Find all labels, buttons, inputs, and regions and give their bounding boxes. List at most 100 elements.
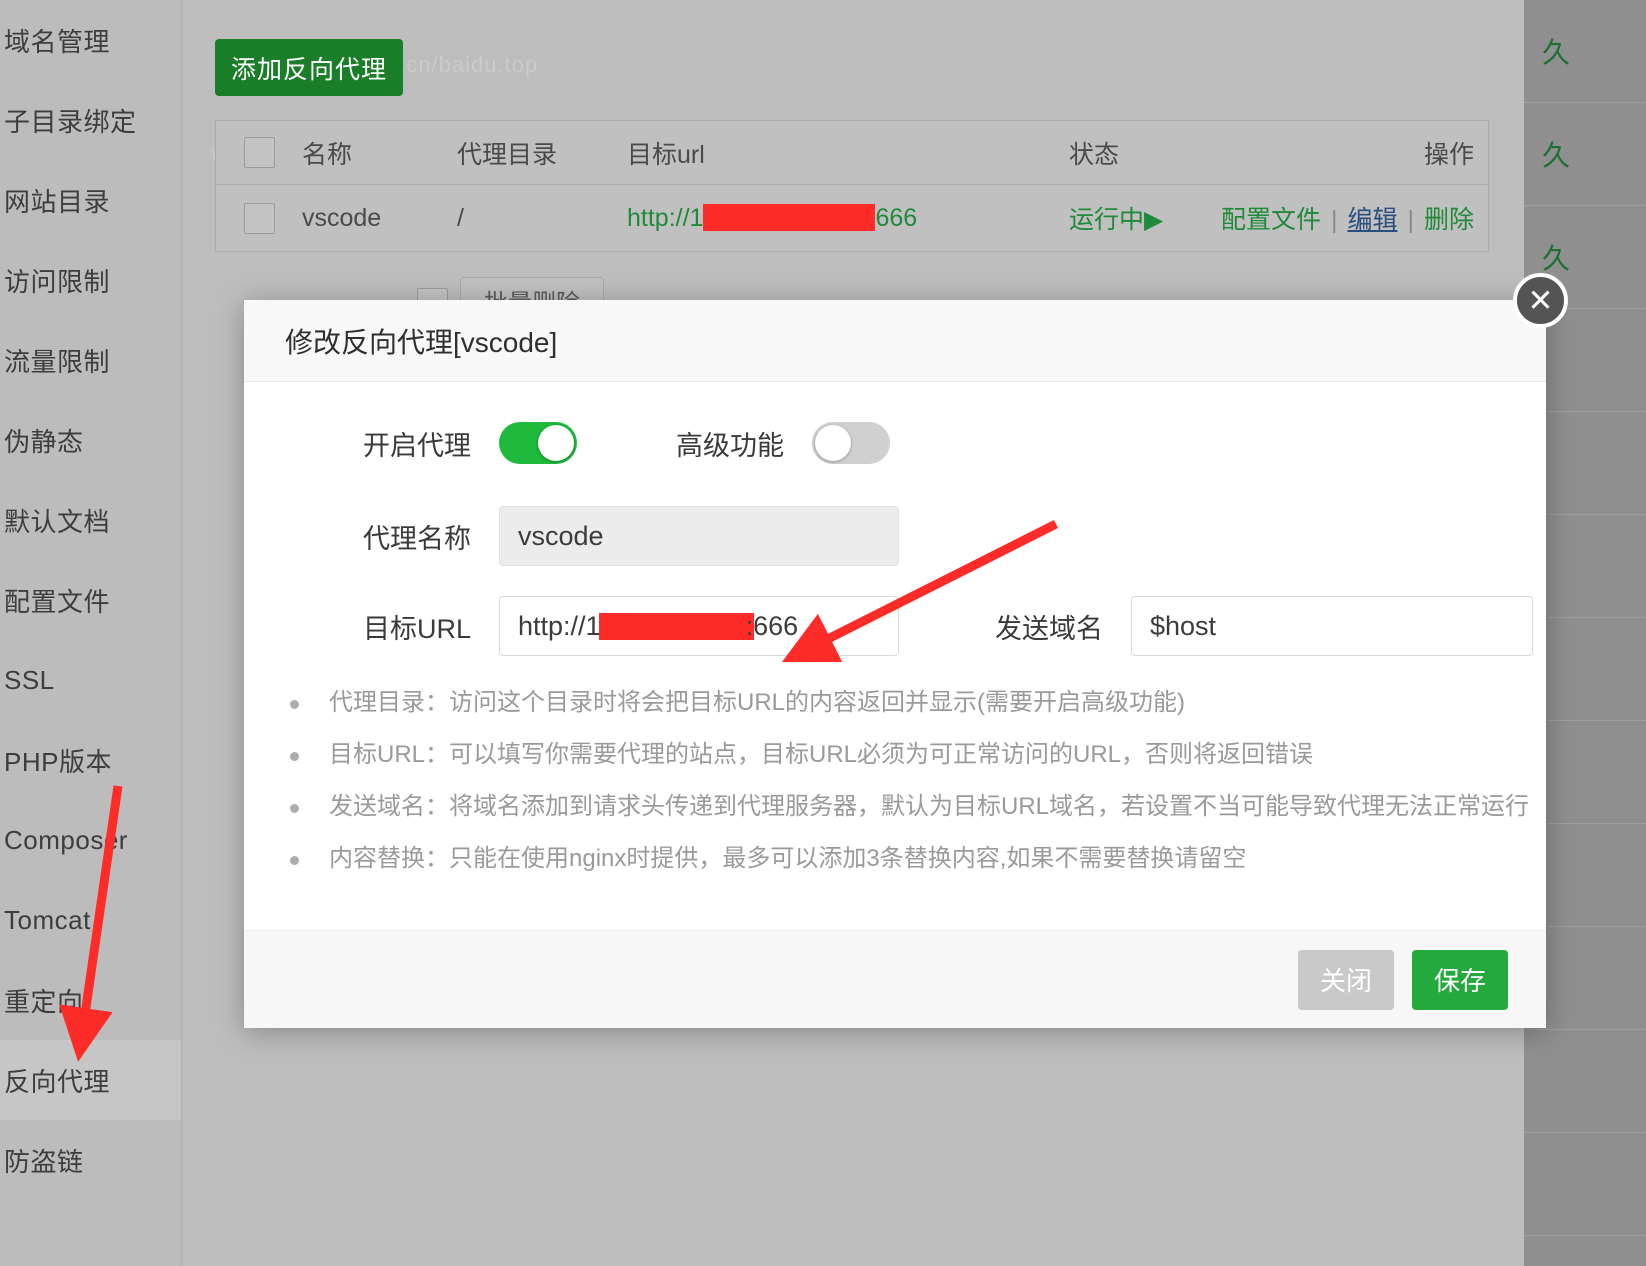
select-all-cell	[216, 137, 302, 168]
bullet-icon	[290, 804, 299, 813]
status-text: 运行中	[1069, 206, 1144, 234]
send-host-label: 发送域名	[899, 607, 1131, 646]
list-item: 内容替换：只能在使用nginx时提供，最多可以添加3条替换内容,如果不需要替换请…	[290, 844, 1546, 874]
list-item: 目标URL：可以填写你需要代理的站点，目标URL必须为可正常访问的URL，否则将…	[290, 740, 1546, 770]
sidebar-item-label: Tomcat	[4, 905, 91, 936]
sidebar-item-redirect[interactable]: 重定向	[0, 960, 181, 1040]
sidebar-item-anti-leech[interactable]: 防盗链	[0, 1120, 181, 1200]
sidebar-item-label: 网站目录	[4, 182, 110, 219]
proxy-name-input[interactable]	[499, 506, 899, 566]
sidebar-item-label: SSL	[4, 665, 55, 696]
enable-proxy-label: 开启代理	[244, 424, 499, 463]
sidebar-item-label: 子目录绑定	[4, 102, 137, 139]
target-url-prefix: http://1	[627, 204, 703, 232]
list-item: 久	[1524, 0, 1646, 103]
target-url-suffix: 666	[875, 204, 917, 232]
sidebar-item-composer[interactable]: Composer	[0, 800, 181, 880]
redaction-bar	[599, 613, 754, 640]
sidebar-item-pseudo-static[interactable]: 伪静态	[0, 400, 181, 480]
sidebar-item-ssl[interactable]: SSL	[0, 640, 181, 720]
column-header-proxy-dir: 代理目录	[457, 135, 627, 171]
dialog-body: 开启代理 高级功能 代理名称 目标URL http://1 :666 发送域名	[244, 382, 1546, 930]
sidebar-item-reverse-proxy[interactable]: 反向代理	[0, 1040, 181, 1120]
proxy-name-row: 代理名称	[244, 506, 1546, 566]
sidebar-item-site-directory[interactable]: 网站目录	[0, 160, 181, 240]
action-separator: |	[1331, 206, 1338, 234]
sidebar-item-label: 域名管理	[4, 22, 110, 59]
bullet-icon	[290, 700, 299, 709]
tip-text: 内容替换：只能在使用nginx时提供，最多可以添加3条替换内容,如果不需要替换请…	[329, 844, 1246, 874]
dialog-title: 修改反向代理[vscode]	[285, 321, 557, 361]
sidebar-item-label: 反向代理	[4, 1062, 110, 1099]
config-file-link[interactable]: 配置文件	[1221, 206, 1321, 234]
sidebar: 域名管理 子目录绑定 网站目录 访问限制 流量限制 伪静态 默认文档 配置文件 …	[0, 0, 182, 1266]
target-url-label: 目标URL	[244, 607, 499, 646]
reverse-proxy-table: 名称 代理目录 目标url 状态 操作 vscode / http://1666…	[215, 120, 1489, 252]
cell-actions: 配置文件 | 编辑 | 删除	[1178, 200, 1488, 236]
sidebar-item-label: 伪静态	[4, 422, 84, 459]
target-url-suffix: :666	[746, 611, 799, 642]
tip-text: 代理目录：访问这个目录时将会把目标URL的内容返回并显示(需要开启高级功能)	[329, 688, 1185, 718]
sidebar-item-default-document[interactable]: 默认文档	[0, 480, 181, 560]
row-select-cell	[216, 203, 302, 234]
send-host-input[interactable]	[1131, 596, 1533, 656]
tip-text: 发送域名：将域名添加到请求头传递到代理服务器，默认为目标URL域名，若设置不当可…	[329, 792, 1529, 822]
delete-link[interactable]: 删除	[1424, 206, 1474, 234]
row-checkbox[interactable]	[244, 203, 275, 234]
edit-link[interactable]: 编辑	[1347, 206, 1397, 234]
sidebar-item-domain-management[interactable]: 域名管理	[0, 0, 181, 80]
cell-target-url: http://1 666	[627, 204, 1047, 233]
sidebar-item-tomcat[interactable]: Tomcat	[0, 880, 181, 960]
sidebar-item-label: 访问限制	[4, 262, 110, 299]
list-item: 久	[1524, 103, 1646, 206]
column-header-name: 名称	[302, 135, 457, 171]
switches-row: 开启代理 高级功能	[244, 422, 1546, 464]
list-item: 代理目录：访问这个目录时将会把目标URL的内容返回并显示(需要开启高级功能)	[290, 688, 1546, 718]
dialog-header: 修改反向代理[vscode]	[244, 300, 1546, 382]
sidebar-item-access-restriction[interactable]: 访问限制	[0, 240, 181, 320]
sidebar-item-label: 配置文件	[4, 582, 110, 619]
play-triangle-icon: ▶	[1144, 206, 1163, 234]
toggle-knob	[538, 425, 574, 461]
bullet-icon	[290, 856, 299, 865]
edit-reverse-proxy-dialog: 修改反向代理[vscode] ✕ 开启代理 高级功能 代理名称 目标URL ht…	[244, 300, 1546, 1028]
close-button[interactable]: 关闭	[1298, 950, 1394, 1010]
close-x-icon[interactable]: ✕	[1513, 273, 1568, 328]
sidebar-item-label: Composer	[4, 825, 128, 856]
list-item: 发送域名：将域名添加到请求头传递到代理服务器，默认为目标URL域名，若设置不当可…	[290, 792, 1546, 822]
tip-text: 目标URL：可以填写你需要代理的站点，目标URL必须为可正常访问的URL，否则将…	[329, 740, 1313, 770]
redaction-bar	[703, 204, 875, 231]
enable-proxy-toggle[interactable]	[499, 422, 577, 464]
target-url-input[interactable]: http://1 :666	[499, 596, 899, 656]
target-url-row: 目标URL http://1 :666 发送域名	[244, 596, 1546, 656]
table-header-row: 名称 代理目录 目标url 状态 操作	[216, 121, 1488, 185]
sidebar-item-subdirectory-binding[interactable]: 子目录绑定	[0, 80, 181, 160]
save-button[interactable]: 保存	[1412, 950, 1508, 1010]
sidebar-item-php-version[interactable]: PHP版本	[0, 720, 181, 800]
action-separator: |	[1407, 206, 1414, 234]
proxy-name-label: 代理名称	[244, 517, 499, 556]
advanced-feature-label: 高级功能	[577, 424, 812, 463]
bullet-icon	[290, 752, 299, 761]
list-item	[1524, 1030, 1646, 1133]
cell-status: 运行中▶	[1047, 200, 1178, 236]
column-header-status: 状态	[1047, 135, 1178, 171]
help-tips-list: 代理目录：访问这个目录时将会把目标URL的内容返回并显示(需要开启高级功能) 目…	[244, 666, 1546, 922]
column-header-target-url: 目标url	[627, 135, 1047, 171]
sidebar-item-label: 默认文档	[4, 502, 110, 539]
select-all-checkbox[interactable]	[244, 137, 275, 168]
add-reverse-proxy-button[interactable]: 添加反向代理	[215, 39, 403, 96]
sidebar-item-label: 防盗链	[4, 1142, 84, 1179]
advanced-feature-toggle[interactable]	[812, 422, 890, 464]
app-root: 域名管理 子目录绑定 网站目录 访问限制 流量限制 伪静态 默认文档 配置文件 …	[0, 0, 1646, 1266]
sidebar-item-label: 重定向	[4, 982, 84, 1019]
sidebar-item-traffic-limit[interactable]: 流量限制	[0, 320, 181, 400]
sidebar-item-config-file[interactable]: 配置文件	[0, 560, 181, 640]
sidebar-item-label: PHP版本	[4, 742, 112, 779]
target-url-prefix: http://1	[518, 611, 601, 642]
dialog-footer: 关闭 保存	[244, 930, 1546, 1028]
column-header-action: 操作	[1178, 135, 1488, 171]
cell-proxy-dir: /	[457, 204, 627, 233]
sidebar-item-label: 流量限制	[4, 342, 110, 379]
toggle-knob	[815, 425, 851, 461]
